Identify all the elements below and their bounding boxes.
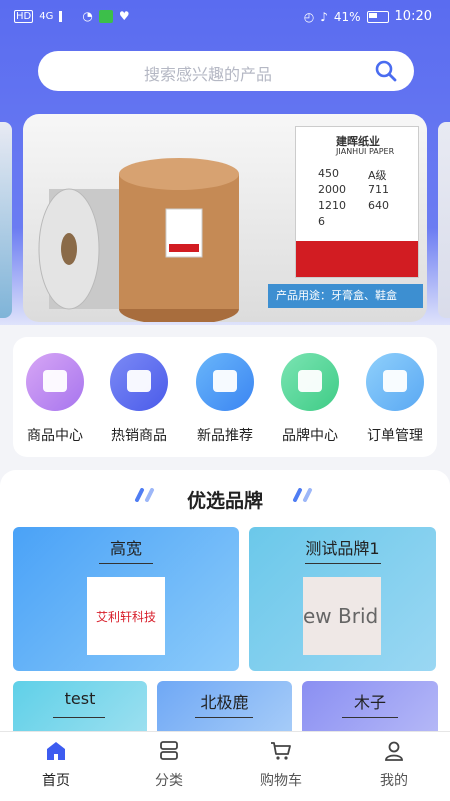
label-value: 711 xyxy=(368,183,389,196)
paper-rolls-image xyxy=(38,158,239,322)
signal-icon xyxy=(59,10,76,22)
brand-logo-text: 艾利轩科技 xyxy=(95,609,156,624)
brand-name: 北极鹿 xyxy=(200,693,249,712)
shortcut-order-management[interactable]: 订单管理 xyxy=(355,353,435,445)
brand-name-underline xyxy=(99,563,153,564)
brand-name: 高宽 xyxy=(109,539,142,558)
label-brand-en: JIANHUI PAPER xyxy=(336,147,395,156)
banner-slide[interactable]: 建晖纸业 JIANHUI PAPER 450 A级 2000 711 1210 … xyxy=(23,114,427,322)
tab-label: 首页 xyxy=(42,773,70,789)
brand-name-underline xyxy=(305,563,381,564)
brand-name-underline xyxy=(53,717,105,718)
label-value: 450 xyxy=(318,167,339,180)
brand-name-underline xyxy=(342,717,398,718)
shortcut-label: 商品中心 xyxy=(27,428,83,444)
status-bar: HD 4G ◔ ♥ ◴ ♪ 41% 10:20 xyxy=(0,0,450,34)
shortcut-label: 订单管理 xyxy=(367,428,423,444)
alarm-icon: ◴ xyxy=(303,9,315,24)
label-value: A级 xyxy=(368,169,387,182)
banner-caption: 产品用途：牙膏盒、鞋盒 xyxy=(268,284,423,308)
shortcut-product-center[interactable]: 商品中心 xyxy=(15,353,95,445)
app-notification-icon xyxy=(98,9,113,23)
home-icon xyxy=(47,742,65,760)
label-value: 1210 xyxy=(318,199,346,212)
label-red-stripe xyxy=(296,241,418,277)
brand-name: 测试品牌1 xyxy=(305,539,380,558)
battery-percent: 41% xyxy=(333,9,361,24)
hd-indicator: HD xyxy=(14,9,34,23)
search-bar[interactable]: 搜索感兴趣的产品 xyxy=(38,51,414,91)
shortcut-hot-products[interactable]: 热销商品 xyxy=(99,353,179,445)
brand-card[interactable]: 测试品牌1 ew Brid xyxy=(249,527,436,671)
category-shortcuts: 商品中心 热销商品 新品推荐 品牌中心 订单管理 xyxy=(13,337,437,457)
brand-logo: 艾利轩科技 xyxy=(87,577,165,655)
brand-name-underline xyxy=(195,717,253,718)
wifi-icon: ◔ xyxy=(82,9,93,23)
cart-icon xyxy=(271,742,291,760)
tab-category[interactable]: 分类 xyxy=(129,740,209,790)
search-placeholder: 搜索感兴趣的产品 xyxy=(143,65,272,84)
brand-center-icon xyxy=(281,353,339,411)
new-arrivals-icon xyxy=(196,353,254,411)
shortcut-brand-center[interactable]: 品牌中心 xyxy=(270,353,350,445)
brand-name: 木子 xyxy=(353,693,386,712)
shortcut-label: 热销商品 xyxy=(111,428,167,444)
battery-icon xyxy=(366,10,389,23)
network-indicator: 4G xyxy=(39,10,54,22)
user-icon xyxy=(385,741,403,761)
bottom-tab-bar: 首页 分类 购物车 我的 xyxy=(0,731,450,801)
shortcut-new-arrivals[interactable]: 新品推荐 xyxy=(185,353,265,445)
tab-label: 分类 xyxy=(155,773,183,789)
tab-cart[interactable]: 购物车 xyxy=(241,740,321,790)
label-value: 6 xyxy=(318,215,325,228)
shortcut-label: 新品推荐 xyxy=(197,428,253,444)
banner-next-peek[interactable] xyxy=(438,122,450,318)
clock: 10:20 xyxy=(394,9,432,24)
featured-brands-section: 优选品牌 高宽 艾利轩科技 测试品牌1 ew Brid test 北极鹿 木子 xyxy=(0,470,450,740)
product-center-icon xyxy=(26,353,84,411)
hot-products-icon xyxy=(110,353,168,411)
chat-notification-icon: ♥ xyxy=(118,9,130,23)
label-value: 640 xyxy=(368,199,389,212)
product-label-image: 建晖纸业 JIANHUI PAPER 450 A级 2000 711 1210 … xyxy=(295,126,419,278)
shortcut-label: 品牌中心 xyxy=(282,428,338,444)
label-value: 2000 xyxy=(318,183,346,196)
brand-logo: ew Brid xyxy=(303,577,381,655)
banner-prev-peek[interactable] xyxy=(0,122,12,318)
title-decoration-right-icon xyxy=(293,488,312,502)
brand-logo-text: ew Brid xyxy=(303,604,379,628)
tab-label: 我的 xyxy=(380,773,408,789)
tab-profile[interactable]: 我的 xyxy=(354,740,434,790)
section-title: 优选品牌 xyxy=(186,490,263,512)
category-icon xyxy=(160,741,178,760)
tab-home[interactable]: 首页 xyxy=(16,740,96,790)
brand-card[interactable]: 高宽 艾利轩科技 xyxy=(13,527,239,671)
search-icon[interactable] xyxy=(374,59,398,83)
mute-icon: ♪ xyxy=(320,9,328,24)
tab-label: 购物车 xyxy=(260,773,302,789)
order-management-icon xyxy=(366,353,424,411)
brand-name: test xyxy=(64,689,96,708)
